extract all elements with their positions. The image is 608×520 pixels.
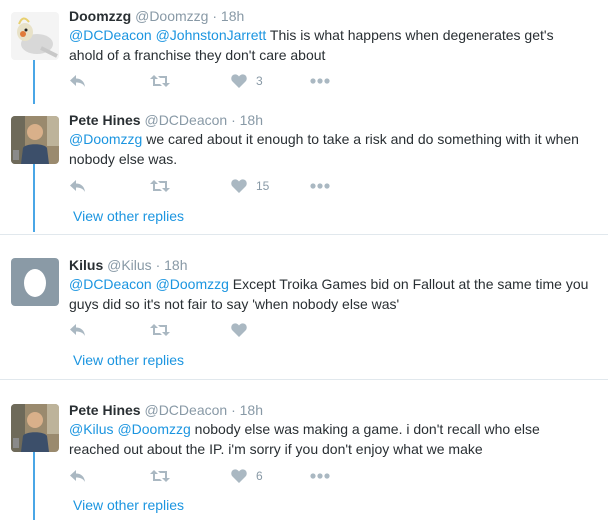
like-count: 6: [256, 469, 263, 483]
separator-dot: ·: [231, 402, 236, 418]
mention-link[interactable]: @JohnstonJarrett: [156, 27, 267, 43]
timestamp[interactable]: 18h: [240, 402, 263, 418]
user-handle[interactable]: @Doomzzg: [135, 8, 208, 24]
separator-dot: ·: [155, 257, 161, 273]
tweet-header: Pete Hines @DCDeacon · 18h: [69, 111, 263, 129]
avatar[interactable]: [11, 12, 59, 60]
tweet-actions: 3: [69, 71, 369, 91]
tweet-header: Doomzzg @Doomzzg · 18h: [69, 7, 244, 25]
retweet-button[interactable]: [150, 320, 170, 340]
user-handle[interactable]: @DCDeacon: [144, 112, 227, 128]
separator-dot: ·: [231, 112, 236, 128]
tweet-header: Kilus @Kilus · 18h: [69, 256, 188, 274]
retweet-button[interactable]: [150, 466, 170, 486]
mention-link[interactable]: @Doomzzg: [156, 276, 229, 292]
display-name[interactable]: Pete Hines: [69, 112, 141, 128]
tweet-actions: 15: [69, 176, 369, 196]
tweet-text: @DCDeacon @Doomzzg Except Troika Games b…: [69, 274, 589, 314]
timestamp[interactable]: 18h: [164, 257, 187, 273]
cockatiel-avatar-icon: [11, 12, 59, 60]
tweet-body-text: we cared about it enough to take a risk …: [69, 131, 579, 167]
more-options-icon: [310, 78, 330, 84]
avatar[interactable]: [11, 404, 59, 452]
timestamp[interactable]: 18h: [221, 8, 244, 24]
user-handle[interactable]: @DCDeacon: [144, 402, 227, 418]
like-count: 15: [256, 179, 270, 193]
more-button[interactable]: [310, 176, 330, 196]
egg-avatar-icon: [11, 258, 59, 306]
display-name[interactable]: Pete Hines: [69, 402, 141, 418]
avatar[interactable]: [11, 116, 59, 164]
like-button[interactable]: [231, 320, 247, 340]
reply-icon: [70, 75, 85, 87]
heart-icon: [231, 179, 247, 193]
more-button[interactable]: [310, 466, 330, 486]
tweet-actions: [69, 320, 369, 340]
like-button[interactable]: 15: [231, 176, 269, 196]
view-other-replies-link[interactable]: View other replies: [73, 208, 184, 224]
retweet-icon: [150, 180, 170, 192]
tweet-text: @Kilus @Doomzzg nobody else was making a…: [69, 419, 589, 459]
retweet-icon: [150, 75, 170, 87]
tweet[interactable]: Pete Hines @DCDeacon · 18h @Kilus @Doomz…: [0, 379, 608, 520]
timestamp[interactable]: 18h: [240, 112, 263, 128]
reply-button[interactable]: [69, 466, 86, 486]
more-options-icon: [310, 473, 330, 479]
retweet-icon: [150, 324, 170, 336]
tweet-header: Pete Hines @DCDeacon · 18h: [69, 401, 263, 419]
mention-link[interactable]: @Kilus: [69, 421, 114, 437]
reply-button[interactable]: [69, 320, 86, 340]
view-other-replies-link[interactable]: View other replies: [73, 352, 184, 368]
tweet[interactable]: Pete Hines @DCDeacon · 18h @Doomzzg we c…: [0, 104, 608, 234]
avatar[interactable]: [11, 258, 59, 306]
separator-dot: ·: [212, 8, 218, 24]
more-button[interactable]: [310, 71, 330, 91]
user-handle[interactable]: @Kilus: [107, 257, 152, 273]
mention-link[interactable]: @DCDeacon: [69, 27, 152, 43]
tweet[interactable]: Kilus @Kilus · 18h @DCDeacon @Doomzzg Ex…: [0, 234, 608, 378]
pete-hines-avatar-icon: [11, 404, 59, 452]
tweet-text: @Doomzzg we cared about it enough to tak…: [69, 129, 589, 169]
tweet[interactable]: Doomzzg @Doomzzg · 18h @DCDeacon @Johnst…: [0, 0, 608, 104]
heart-icon: [231, 323, 247, 337]
heart-icon: [231, 469, 247, 483]
mention-link[interactable]: @DCDeacon: [69, 276, 152, 292]
retweet-icon: [150, 470, 170, 482]
mention-link[interactable]: @Doomzzg: [117, 421, 190, 437]
reply-icon: [70, 470, 85, 482]
display-name[interactable]: Doomzzg: [69, 8, 131, 24]
reply-button[interactable]: [69, 71, 86, 91]
more-options-icon: [310, 183, 330, 189]
like-count: 3: [256, 74, 263, 88]
tweet-actions: 6: [69, 466, 369, 486]
pete-hines-avatar-icon: [11, 116, 59, 164]
heart-icon: [231, 74, 247, 88]
like-button[interactable]: 6: [231, 466, 263, 486]
view-other-replies-link[interactable]: View other replies: [73, 497, 184, 513]
reply-icon: [70, 324, 85, 336]
retweet-button[interactable]: [150, 176, 170, 196]
retweet-button[interactable]: [150, 71, 170, 91]
tweet-text: @DCDeacon @JohnstonJarrett This is what …: [69, 25, 589, 65]
mention-link[interactable]: @Doomzzg: [69, 131, 142, 147]
display-name[interactable]: Kilus: [69, 257, 103, 273]
reply-icon: [70, 180, 85, 192]
reply-thread: Doomzzg @Doomzzg · 18h @DCDeacon @Johnst…: [0, 0, 608, 520]
reply-button[interactable]: [69, 176, 86, 196]
like-button[interactable]: 3: [231, 71, 263, 91]
